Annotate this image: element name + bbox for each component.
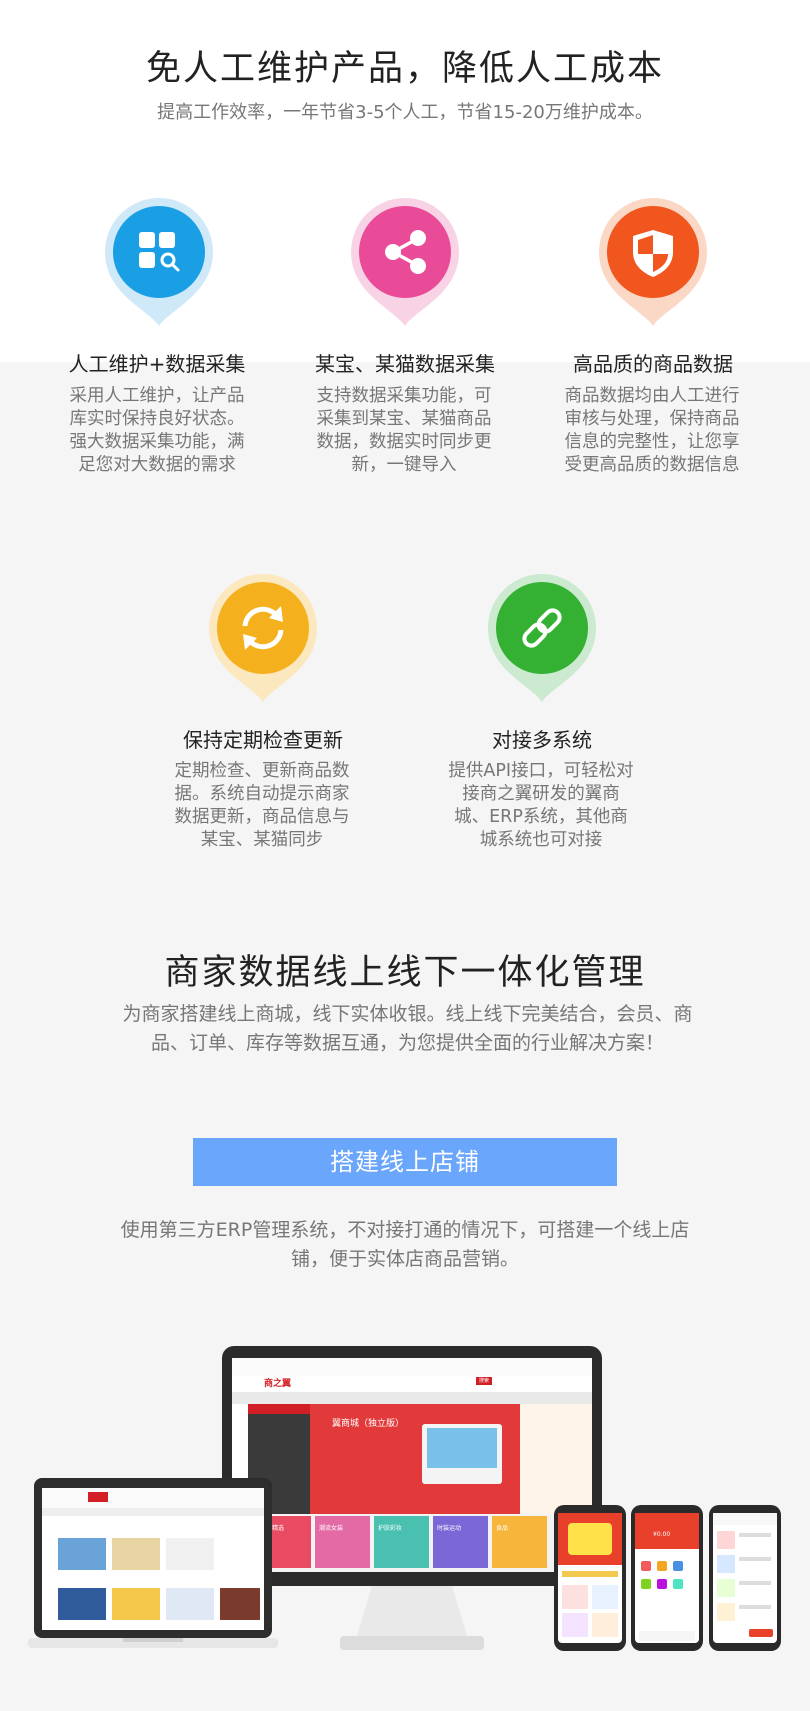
section2-title: 商家数据线上线下一体化管理 <box>164 953 646 993</box>
phone-mockup <box>554 1505 626 1651</box>
section2-desc: 为商家搭建线上商城，线下实体收银。线上线下完美结合，会员、商品、订单、库存等数据… <box>122 1003 693 1054</box>
feature-title: 保持定期检查更新 <box>183 728 343 752</box>
feature-title: 人工维护+数据采集 <box>68 352 246 376</box>
feature-desc: 提供API接口，可轻松对接商之翼研发的翼商城、ERP系统，其他商城系统也可对接 <box>448 761 634 850</box>
search-button: 搜索 <box>476 1377 492 1385</box>
desktop-mockup: 商之翼 搜索 翼商城（独立版） 品牌精选 潮流女装 护肤彩妆 时装运动 食品 <box>222 1346 602 1656</box>
page: 免人工维护产品，降低人工成本 提高工作效率，一年节省3-5个人工，节省15-20… <box>0 0 810 1711</box>
phone-mockup <box>709 1505 781 1651</box>
feature-title: 某宝、某猫数据采集 <box>315 352 495 376</box>
feature-title: 高品质的商品数据 <box>573 352 733 376</box>
link-icon <box>480 570 604 706</box>
desktop-banner: 翼商城（独立版） <box>332 1419 405 1429</box>
share-icon <box>343 194 467 330</box>
desktop-logo: 商之翼 <box>264 1379 292 1389</box>
feature-title: 对接多系统 <box>492 728 592 752</box>
apps-search-icon <box>97 194 221 330</box>
laptop-mockup <box>28 1478 278 1654</box>
section2-note: 使用第三方ERP管理系统，不对接打通的情况下，可搭建一个线上店铺，便于实体店商品… <box>120 1219 690 1270</box>
category-label: 食品 <box>496 1525 509 1532</box>
phone-mockup: ¥0.00 <box>631 1505 703 1651</box>
feature-desc: 商品数据均由人工进行审核与处理，保持商品信息的完整性，让您享受更高品质的数据信息 <box>564 386 740 475</box>
section-subtitle: 提高工作效率，一年节省3-5个人工，节省15-20万维护成本。 <box>157 102 653 123</box>
feature-desc: 定期检查、更新商品数据。系统自动提示商家数据更新，商品信息与某宝、某猫同步 <box>174 761 350 850</box>
feature-desc: 支持数据采集功能，可采集到某宝、某猫商品数据，数据实时同步更新，一键导入 <box>316 386 492 475</box>
category-label: 时装运动 <box>437 1525 462 1532</box>
category-label: 护肤彩妆 <box>378 1525 403 1532</box>
section-title: 免人工维护产品，降低人工成本 <box>145 49 664 89</box>
phone-price: ¥0.00 <box>653 1531 671 1538</box>
feature-desc: 采用人工维护，让产品库实时保持良好状态。强大数据采集功能，满足您对大数据的需求 <box>69 386 245 475</box>
shield-icon <box>591 194 715 330</box>
refresh-icon <box>201 570 325 706</box>
build-store-button[interactable]: 搭建线上店铺 <box>193 1138 617 1186</box>
category-label: 潮流女装 <box>319 1525 344 1532</box>
